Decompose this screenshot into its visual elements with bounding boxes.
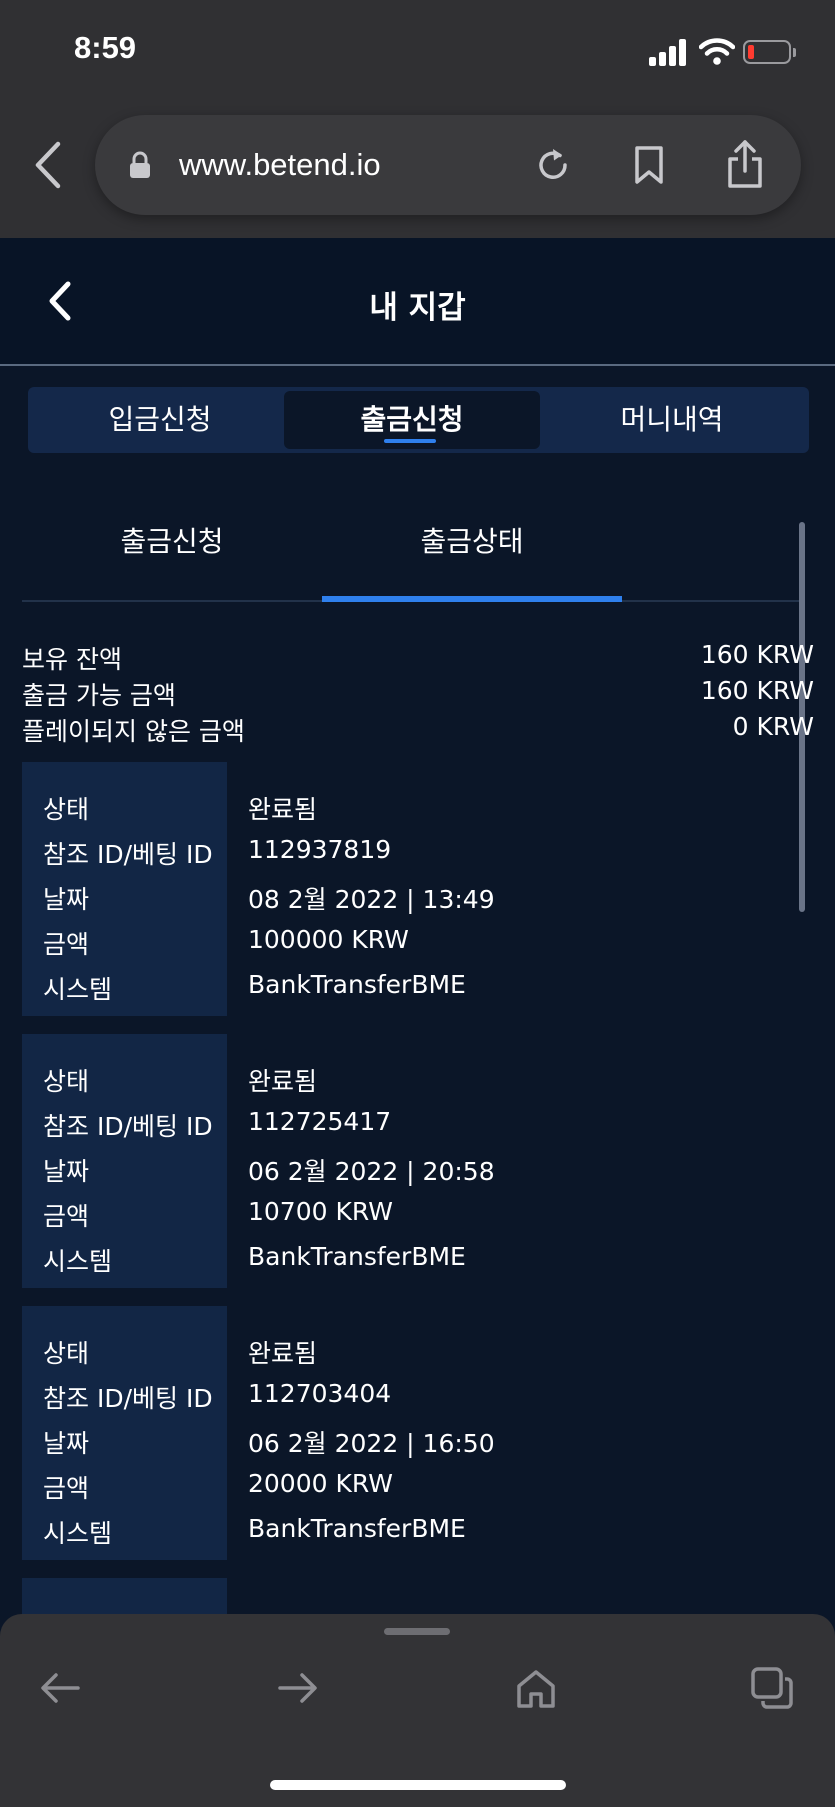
field-value: 08 2월 2022 | 13:49: [248, 885, 495, 914]
bookmark-icon[interactable]: [633, 145, 665, 185]
home-indicator: [270, 1780, 566, 1790]
lock-icon: [130, 151, 150, 178]
field-value: 완료됨: [248, 1339, 318, 1368]
transaction-card: 상태 완료됨 참조 ID/베팅 ID 112725417 날짜 06 2월 20…: [22, 1034, 814, 1288]
tx-status-row: 상태 완료됨: [22, 790, 814, 826]
page-header: 내 지갑: [0, 238, 835, 366]
balance-row-unplayed: 플레이되지 않은 금액 0 KRW: [22, 712, 814, 748]
field-label: 상태: [43, 1067, 90, 1096]
field-value: 06 2월 2022 | 20:58: [248, 1157, 495, 1186]
url-text[interactable]: www.betend.io: [179, 147, 381, 183]
tab-label: 머니내역: [620, 403, 724, 436]
field-value: 10700 KRW: [248, 1197, 393, 1226]
transaction-card: 상태 완료됨 참조 ID/베팅 ID 112703404 날짜 06 2월 20…: [22, 1306, 814, 1560]
tab-label: 출금신청: [360, 403, 464, 436]
active-subtab-indicator: [322, 596, 622, 602]
balance-row-withdrawable: 출금 가능 금액 160 KRW: [22, 676, 814, 712]
tx-date-row: 날짜 06 2월 2022 | 20:58: [22, 1152, 814, 1188]
tx-date-row: 날짜 08 2월 2022 | 13:49: [22, 880, 814, 916]
tx-system-row: 시스템 BankTransferBME: [22, 1242, 814, 1278]
balance-value: 160 KRW: [700, 676, 814, 705]
tab-withdrawal-request[interactable]: 출금신청: [284, 391, 540, 449]
browser-toolbar: [0, 1614, 835, 1807]
tx-date-row: 날짜 06 2월 2022 | 16:50: [22, 1424, 814, 1460]
tabs-icon[interactable]: [750, 1666, 794, 1710]
balance-label: 플레이되지 않은 금액: [22, 717, 245, 746]
field-label: 시스템: [43, 975, 113, 1004]
transaction-card: 상태 완료됨 참조 ID/베팅 ID 112937819 날짜 08 2월 20…: [22, 762, 814, 1016]
battery-icon: [743, 40, 796, 64]
field-label: 참조 ID/베팅 ID: [43, 840, 213, 869]
balance-value: 160 KRW: [700, 640, 814, 669]
field-label: 시스템: [43, 1247, 113, 1276]
transaction-card-partial: [22, 1578, 227, 1618]
sub-tabs: 출금신청 출금상태: [22, 490, 812, 602]
field-value: 100000 KRW: [248, 925, 409, 954]
tx-amount-row: 금액 10700 KRW: [22, 1197, 814, 1233]
tx-status-row: 상태 완료됨: [22, 1062, 814, 1098]
subtab-withdrawal-status[interactable]: 출금상태: [322, 520, 622, 560]
address-bar[interactable]: www.betend.io: [95, 115, 801, 215]
field-value: 112725417: [248, 1107, 392, 1136]
toolbar-grabber[interactable]: [384, 1628, 450, 1635]
home-icon[interactable]: [514, 1666, 558, 1710]
tx-system-row: 시스템 BankTransferBME: [22, 970, 814, 1006]
field-label: 금액: [43, 1202, 90, 1231]
browser-chrome: 8:59 www.betend.io: [0, 0, 835, 238]
tab-label: 입금신청: [108, 403, 212, 436]
status-time: 8:59: [74, 30, 137, 65]
browser-back-icon[interactable]: [30, 140, 66, 190]
field-label: 금액: [43, 930, 90, 959]
field-label: 참조 ID/베팅 ID: [43, 1384, 213, 1413]
field-value: 112937819: [248, 835, 392, 864]
field-label: 날짜: [43, 1429, 90, 1458]
forward-arrow-icon[interactable]: [276, 1666, 320, 1710]
field-label: 금액: [43, 1474, 90, 1503]
field-value: BankTransferBME: [248, 1242, 466, 1271]
tab-deposit-request[interactable]: 입금신청: [32, 391, 288, 449]
tab-money-history[interactable]: 머니내역: [544, 391, 800, 449]
tx-status-row: 상태 완료됨: [22, 1334, 814, 1370]
field-label: 날짜: [43, 885, 90, 914]
balance-row-held: 보유 잔액 160 KRW: [22, 640, 814, 676]
main-tabs: 입금신청 출금신청 머니내역: [28, 387, 809, 453]
tx-system-row: 시스템 BankTransferBME: [22, 1514, 814, 1550]
tx-ref-row: 참조 ID/베팅 ID 112937819: [22, 835, 814, 871]
back-arrow-icon[interactable]: [38, 1666, 82, 1710]
subtab-withdrawal-request[interactable]: 출금신청: [22, 520, 322, 560]
tx-amount-row: 금액 20000 KRW: [22, 1469, 814, 1505]
tx-amount-row: 금액 100000 KRW: [22, 925, 814, 961]
balance-value: 0 KRW: [732, 712, 814, 741]
field-value: BankTransferBME: [248, 970, 466, 999]
tx-ref-row: 참조 ID/베팅 ID 112725417: [22, 1107, 814, 1143]
balance-label: 출금 가능 금액: [22, 681, 176, 710]
field-value: 112703404: [248, 1379, 392, 1408]
reload-icon[interactable]: [533, 145, 573, 185]
field-label: 시스템: [43, 1519, 113, 1548]
share-icon[interactable]: [725, 139, 765, 189]
field-value: 06 2월 2022 | 16:50: [248, 1429, 495, 1458]
balance-label: 보유 잔액: [22, 645, 122, 674]
field-label: 상태: [43, 795, 90, 824]
field-value: BankTransferBME: [248, 1514, 466, 1543]
wifi-icon: [699, 38, 735, 65]
signal-icon: [649, 38, 687, 66]
field-value: 완료됨: [248, 1067, 318, 1096]
field-label: 날짜: [43, 1157, 90, 1186]
field-value: 20000 KRW: [248, 1469, 393, 1498]
page-title: 내 지갑: [369, 290, 466, 326]
active-tab-indicator: [384, 439, 436, 443]
field-label: 참조 ID/베팅 ID: [43, 1112, 213, 1141]
tx-ref-row: 참조 ID/베팅 ID 112703404: [22, 1379, 814, 1415]
field-value: 완료됨: [248, 795, 318, 824]
field-label: 상태: [43, 1339, 90, 1368]
